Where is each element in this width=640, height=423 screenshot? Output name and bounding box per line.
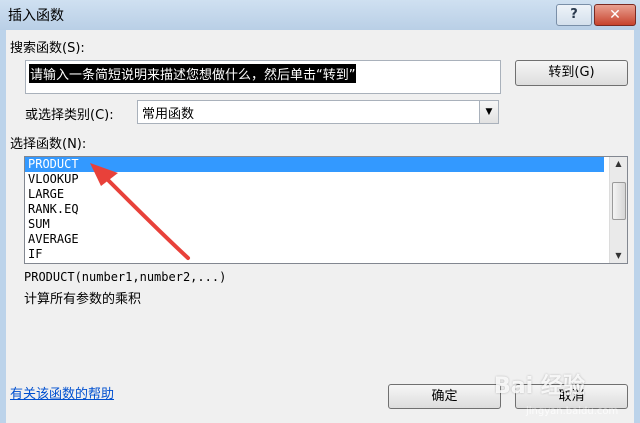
list-item[interactable]: AVERAGE [25, 232, 627, 247]
list-item[interactable]: PRODUCT [25, 157, 604, 172]
function-help-link[interactable]: 有关该函数的帮助 [10, 383, 114, 402]
function-list[interactable]: PRODUCT VLOOKUP LARGE RANK.EQ SUM AVERAG… [24, 156, 628, 264]
list-item[interactable]: IF [25, 247, 627, 262]
category-select-value: 常用函数 [142, 107, 195, 122]
watermark-url: jingyan.baidu.com [526, 406, 619, 417]
go-button[interactable]: 转到(G) [515, 60, 628, 86]
category-select[interactable]: 常用函数 ▼ [137, 100, 499, 124]
scroll-down-icon[interactable]: ▼ [610, 249, 627, 263]
close-button[interactable]: ✕ [594, 4, 636, 26]
window-title: 插入函数 [8, 8, 64, 24]
search-input-text: 请输入一条简短说明来描述您想做什么，然后单击“转到” [29, 64, 357, 83]
function-signature: PRODUCT(number1,number2,...) [24, 270, 227, 284]
list-item[interactable]: LARGE [25, 187, 627, 202]
dialog-body: 搜索函数(S): 请输入一条简短说明来描述您想做什么，然后单击“转到” 转到(G… [6, 30, 634, 423]
help-button[interactable]: ? [556, 4, 592, 26]
scroll-up-icon[interactable]: ▲ [610, 157, 627, 171]
function-description: 计算所有参数的乘积 [24, 292, 142, 307]
watermark-logo: Bai 经验 [494, 374, 585, 399]
search-input[interactable]: 请输入一条简短说明来描述您想做什么，然后单击“转到” [25, 60, 501, 94]
function-list-label: 选择函数(N): [10, 137, 87, 152]
ok-button[interactable]: 确定 [388, 384, 501, 409]
chevron-down-icon[interactable]: ▼ [479, 101, 498, 123]
category-label: 或选择类别(C): [25, 108, 114, 123]
search-label: 搜索函数(S): [10, 41, 85, 56]
list-item[interactable]: VLOOKUP [25, 172, 627, 187]
title-bar: 插入函数 ? ✕ [0, 0, 640, 30]
list-item[interactable]: RANK.EQ [25, 202, 627, 217]
list-item[interactable]: SUM [25, 217, 627, 232]
list-scrollbar[interactable]: ▲ ▼ [609, 157, 627, 263]
scroll-thumb[interactable] [612, 182, 626, 220]
